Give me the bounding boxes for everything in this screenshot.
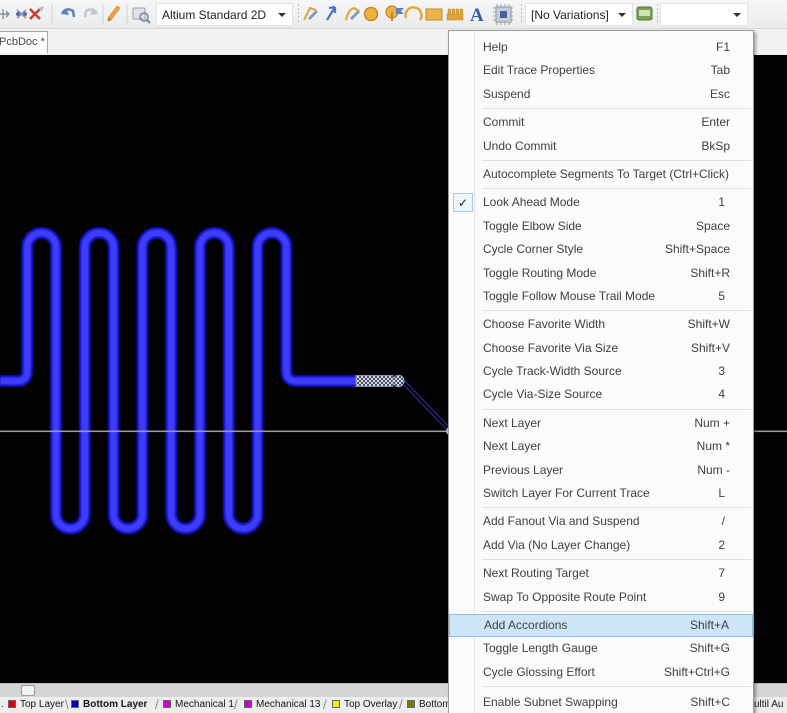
svg-text:A: A	[470, 5, 484, 26]
